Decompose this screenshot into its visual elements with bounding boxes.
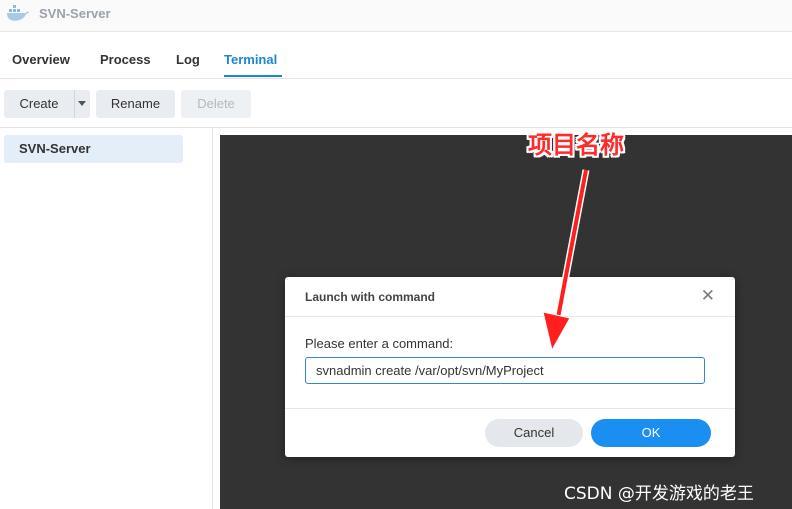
tab-process[interactable]: Process (100, 52, 151, 67)
watermark: CSDN @开发游戏的老王 (564, 484, 754, 504)
cancel-button[interactable]: Cancel (485, 419, 583, 447)
launch-command-dialog: Launch with command ✕ Please enter a com… (285, 277, 735, 457)
toolbar: Create Rename Delete (0, 79, 792, 128)
annotation-label: 项目名称 (528, 131, 624, 159)
divider (285, 408, 735, 409)
tab-terminal[interactable]: Terminal (224, 52, 277, 67)
rename-button[interactable]: Rename (96, 90, 175, 118)
delete-button[interactable]: Delete (181, 90, 251, 118)
close-icon[interactable]: ✕ (701, 286, 715, 306)
create-button[interactable]: Create (4, 90, 74, 118)
docker-whale-icon (7, 5, 29, 21)
sidebar: SVN-Server (0, 128, 213, 509)
command-label: Please enter a command: (305, 336, 454, 351)
create-dropdown-button[interactable] (74, 90, 90, 118)
title-bar: SVN-Server (0, 0, 792, 32)
active-tab-indicator (224, 75, 282, 77)
tab-overview[interactable]: Overview (12, 52, 70, 67)
ok-button[interactable]: OK (591, 419, 711, 447)
divider (285, 316, 735, 317)
window-title: SVN-Server (39, 6, 111, 21)
dialog-title: Launch with command (305, 290, 436, 304)
command-input[interactable] (305, 357, 705, 384)
tab-bar: Overview Process Log Terminal (0, 32, 792, 79)
sidebar-item-svn-server[interactable]: SVN-Server (4, 135, 183, 163)
tab-log[interactable]: Log (176, 52, 200, 67)
chevron-down-icon (78, 101, 86, 106)
